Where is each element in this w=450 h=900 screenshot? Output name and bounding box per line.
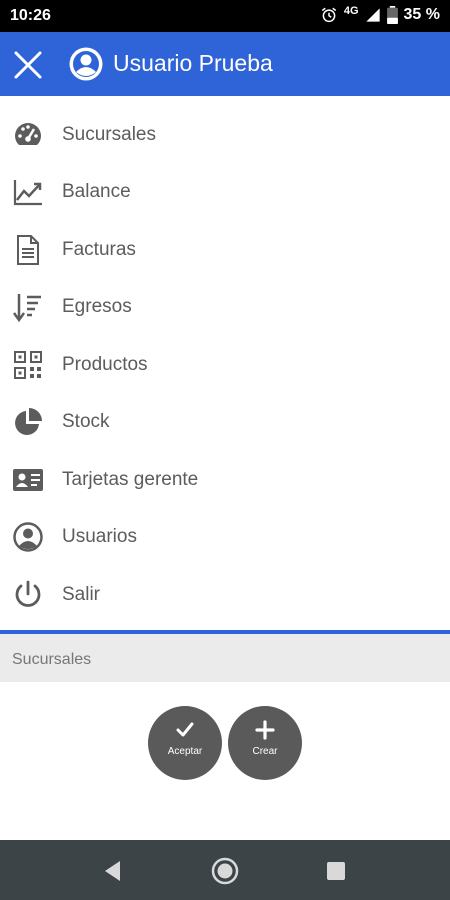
page-content: Aceptar Crear	[0, 682, 450, 840]
menu-item-label: Salir	[62, 584, 101, 605]
home-button[interactable]	[210, 856, 240, 886]
drawer-menu: Sucursales Balance Facturas Egresos Prod…	[0, 96, 450, 630]
menu-item-productos[interactable]: Productos	[0, 337, 450, 394]
drawer-header: Usuario Prueba	[0, 32, 450, 96]
accept-button[interactable]: Aceptar	[148, 706, 222, 780]
menu-item-label: Balance	[62, 181, 131, 202]
back-icon	[105, 861, 120, 881]
menu-item-salir[interactable]: Salir	[0, 567, 450, 624]
status-icons: 4G 35 %	[320, 5, 440, 24]
create-button[interactable]: Crear	[228, 706, 302, 780]
menu-item-usuarios[interactable]: Usuarios	[0, 509, 450, 566]
page-title-bar: Sucursales	[0, 634, 450, 682]
menu-item-balance[interactable]: Balance	[0, 164, 450, 221]
network-type: 4G	[343, 5, 359, 17]
user-avatar	[68, 46, 104, 82]
check-icon	[176, 722, 194, 737]
menu-item-sucursales[interactable]: Sucursales	[0, 107, 450, 164]
dashboard-icon	[15, 123, 41, 145]
close-button[interactable]	[12, 49, 44, 81]
menu-item-label: Tarjetas gerente	[62, 469, 199, 490]
home-icon	[211, 857, 239, 885]
menu-item-facturas[interactable]: Facturas	[0, 222, 450, 279]
menu-item-label: Stock	[62, 411, 110, 432]
menu-item-label: Sucursales	[62, 124, 156, 145]
sort-descending-icon	[12, 294, 41, 323]
user-name: Usuario Prueba	[113, 50, 273, 76]
close-icon	[14, 51, 42, 79]
page-title: Sucursales	[12, 651, 92, 668]
status-bar: 10:26 4G 35 %	[0, 0, 450, 32]
document-icon	[17, 235, 39, 265]
power-icon	[15, 580, 41, 607]
accept-button-label: Aceptar	[167, 746, 203, 757]
id-card-icon	[13, 469, 43, 491]
status-time: 10:26	[10, 7, 51, 24]
battery-percent: 35 %	[403, 6, 440, 23]
account-circle-icon	[69, 47, 103, 81]
back-button[interactable]	[98, 856, 128, 886]
create-button-label: Crear	[252, 746, 278, 757]
system-nav-bar	[0, 840, 450, 900]
alarm-icon	[321, 7, 337, 23]
pie-chart-icon	[15, 408, 42, 435]
signal-icon	[365, 8, 380, 22]
menu-item-label: Egresos	[62, 296, 132, 317]
menu-item-stock[interactable]: Stock	[0, 394, 450, 451]
recents-button[interactable]	[321, 856, 351, 886]
menu-item-tarjetas-gerente[interactable]: Tarjetas gerente	[0, 452, 450, 509]
menu-item-egresos[interactable]: Egresos	[0, 279, 450, 336]
qr-code-icon	[14, 351, 42, 379]
menu-item-label: Facturas	[62, 239, 136, 260]
menu-item-label: Usuarios	[62, 526, 137, 547]
menu-item-label: Productos	[62, 354, 148, 375]
battery-icon	[386, 6, 398, 24]
plus-icon	[255, 720, 275, 740]
recents-icon	[327, 862, 345, 880]
account-circle-icon	[13, 522, 43, 552]
trending-up-icon	[13, 180, 42, 206]
